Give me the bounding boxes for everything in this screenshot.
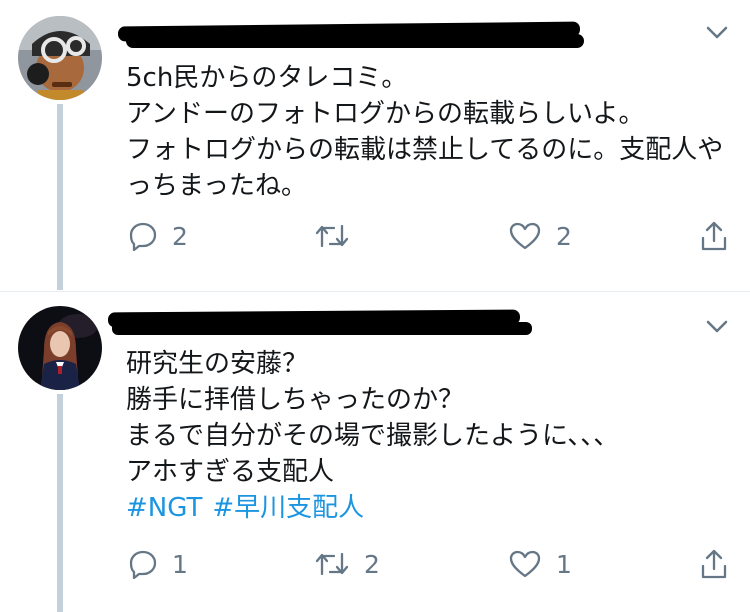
reply-button[interactable]: 1 (128, 546, 188, 582)
redacted-handle (112, 322, 532, 335)
share-icon (701, 549, 727, 579)
tweet[interactable]: 5ch民からのタレコミ。 アンドーのフォトログからの転載らしいよ。 フォトログか… (0, 0, 750, 290)
share-icon (701, 221, 727, 251)
like-count: 1 (556, 549, 572, 579)
avatar[interactable] (18, 306, 102, 390)
reply-icon (129, 550, 157, 579)
like-icon (509, 550, 541, 578)
like-button[interactable]: 1 (508, 546, 572, 582)
retweet-icon (315, 552, 349, 576)
hashtags: #NGT #早川支配人 (126, 490, 374, 526)
retweet-button[interactable] (314, 218, 364, 254)
reply-icon (129, 222, 157, 251)
tweet-text: 研究生の安藤？ 勝手に拝借しちゃったのか？ まるで自分がその場で撮影したように、… (126, 349, 620, 487)
chevron-down-icon[interactable] (703, 316, 731, 336)
like-button[interactable]: 2 (508, 218, 572, 254)
retweet-button[interactable]: 2 (314, 546, 380, 582)
thread-line (57, 104, 63, 290)
thread-line (57, 394, 63, 612)
like-icon (509, 222, 541, 250)
reply-button[interactable]: 2 (128, 218, 188, 254)
avatar[interactable] (18, 16, 102, 100)
hashtag-link[interactable]: #早川支配人 (212, 493, 364, 523)
tweet-text: 5ch民からのタレコミ。 アンドーのフォトログからの転載らしいよ。 フォトログか… (126, 63, 724, 201)
retweet-count: 2 (364, 549, 380, 579)
chevron-down-icon[interactable] (703, 22, 731, 42)
reply-count: 1 (172, 549, 188, 579)
like-count: 2 (556, 221, 572, 251)
redacted-handle (126, 34, 584, 48)
share-button[interactable] (700, 546, 728, 582)
share-button[interactable] (700, 218, 728, 254)
tweet[interactable]: 研究生の安藤？ 勝手に拝借しちゃったのか？ まるで自分がその場で撮影したように、… (0, 292, 750, 612)
reply-count: 2 (172, 221, 188, 251)
hashtag-link[interactable]: #NGT (126, 493, 202, 523)
retweet-icon (315, 224, 349, 248)
